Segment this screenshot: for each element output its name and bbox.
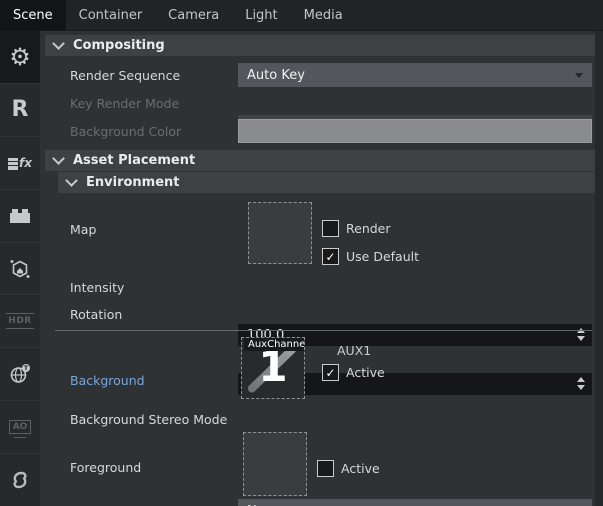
background-stereo-mode-label: Background Stereo Mode — [70, 408, 227, 430]
chevron-down-icon — [575, 73, 583, 78]
section-header-asset-placement[interactable]: Asset Placement — [45, 150, 595, 171]
render-sequence-value: Auto Key — [247, 68, 305, 83]
rotation-label: Rotation — [70, 303, 122, 325]
section-header-compositing[interactable]: Compositing — [45, 35, 595, 56]
foreground-active-checkbox[interactable] — [317, 460, 334, 477]
intensity-label: Intensity — [70, 276, 124, 298]
background-color-label: Background Color — [70, 120, 181, 142]
background-active-checkbox-label: Active — [346, 364, 385, 381]
background-active-checkbox[interactable] — [322, 364, 339, 381]
globe-t-icon: T — [8, 362, 32, 386]
scene-settings-panel: Compositing Render Sequence Auto Key Key… — [40, 31, 595, 506]
film-fx-icon: fx — [8, 156, 32, 170]
application-window: Scene Container Camera Light Media ⚙ R f… — [0, 0, 603, 506]
tab-container[interactable]: Container — [66, 0, 156, 30]
scrollbar-gutter[interactable] — [595, 31, 603, 506]
map-thumbnail[interactable] — [248, 202, 312, 264]
r-logo-icon: R — [12, 97, 29, 122]
sidebar-item-settings[interactable]: ⚙ — [0, 31, 40, 84]
tab-media[interactable]: Media — [291, 0, 356, 30]
asset-box-icon — [8, 257, 32, 281]
gear-icon: ⚙ — [9, 45, 31, 69]
aux-channel-name: AUX1 — [337, 343, 371, 358]
map-use-default-checkbox-label: Use Default — [346, 248, 419, 265]
sidebar-item-asset-box[interactable] — [0, 243, 40, 296]
swirl-icon — [9, 469, 31, 491]
tab-bar: Scene Container Camera Light Media — [0, 0, 603, 31]
icon-sidebar: ⚙ R fx HDR T — [0, 31, 40, 506]
svg-text:T: T — [24, 364, 29, 372]
sidebar-item-hdr[interactable]: HDR — [0, 295, 40, 348]
spinner-arrows-icon[interactable] — [577, 377, 585, 390]
section-title: Environment — [86, 175, 180, 190]
foreground-thumbnail[interactable] — [243, 432, 307, 496]
sidebar-item-scene-fx[interactable]: fx — [0, 137, 40, 190]
map-render-checkbox-label: Render — [346, 220, 391, 237]
background-stereo-mode-dropdown[interactable]: None — [238, 499, 592, 506]
aux-channel-badge: AuxChannel — [244, 338, 305, 351]
foreground-active-checkbox-label: Active — [341, 460, 380, 477]
sidebar-item-ambient-occlusion[interactable]: AO — [0, 401, 40, 454]
hdr-icon: HDR — [6, 313, 33, 329]
sidebar-item-globe-transform[interactable]: T — [0, 348, 40, 401]
tab-camera[interactable]: Camera — [155, 0, 232, 30]
map-render-checkbox[interactable] — [322, 220, 339, 237]
tab-scene[interactable]: Scene — [0, 0, 66, 30]
section-title: Compositing — [73, 38, 165, 53]
section-title: Asset Placement — [73, 153, 195, 168]
sidebar-item-loop[interactable] — [0, 454, 40, 506]
render-sequence-dropdown[interactable]: Auto Key — [238, 63, 592, 87]
aux-channel-number: 1 — [242, 346, 304, 388]
chevron-down-icon — [52, 37, 65, 50]
brick-icon — [10, 213, 30, 223]
section-header-environment[interactable]: Environment — [58, 172, 595, 193]
foreground-label: Foreground — [70, 456, 141, 478]
background-thumbnail[interactable]: 1 AuxChannel — [241, 337, 305, 399]
tab-light[interactable]: Light — [232, 0, 290, 30]
separator-line — [55, 330, 592, 331]
ao-icon: AO — [9, 420, 32, 434]
background-color-swatch[interactable] — [238, 119, 592, 143]
map-use-default-checkbox[interactable] — [322, 248, 339, 265]
chevron-down-icon — [65, 174, 78, 187]
sidebar-item-media-brick[interactable] — [0, 190, 40, 243]
map-label: Map — [70, 218, 96, 240]
key-render-mode-label: Key Render Mode — [70, 92, 179, 114]
chevron-down-icon — [52, 152, 65, 165]
render-sequence-label: Render Sequence — [70, 64, 180, 86]
background-label[interactable]: Background — [70, 369, 145, 391]
sidebar-item-vred-logo[interactable]: R — [0, 84, 40, 137]
